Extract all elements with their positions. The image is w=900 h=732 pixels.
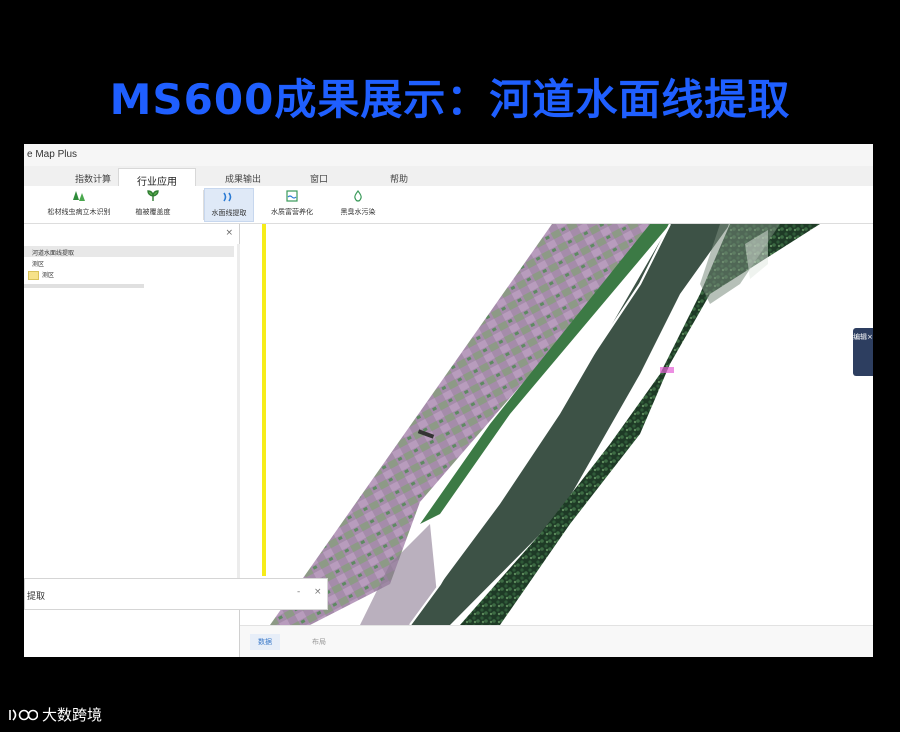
folder-icon <box>28 271 39 280</box>
edit-side-tab[interactable]: 编辑× <box>853 328 873 376</box>
close-icon[interactable]: × <box>225 228 233 238</box>
bottom-tabs: 数据 布局 <box>240 625 873 657</box>
ribbon: 松材线虫病立木识别 植被覆盖度 水面线提取 水质富营养化 黑臭水污染 <box>24 186 873 224</box>
tab-data[interactable]: 数据 <box>250 634 280 650</box>
tab-output[interactable]: 成果输出 <box>214 168 272 186</box>
vegetation-cover-label: 植被覆盖度 <box>135 208 171 216</box>
waterline-extract-button[interactable]: 水面线提取 <box>204 188 254 222</box>
tree-folder-label: 测区 <box>42 272 55 279</box>
horizontal-scrollbar[interactable] <box>24 284 144 288</box>
map-canvas[interactable] <box>240 224 873 625</box>
tree-icon <box>72 190 86 202</box>
leaf-icon <box>146 190 160 202</box>
minimize-icon[interactable]: - <box>297 587 300 597</box>
menu-tabs: 指数计算 行业应用 成果输出 窗口 帮助 <box>24 166 873 188</box>
waterline-extract-label: 水面线提取 <box>211 209 247 217</box>
tree-root[interactable]: 河道水面线提取 <box>24 246 234 257</box>
pine-wilt-button[interactable]: 松材线虫病立木识别 <box>40 188 118 222</box>
close-icon[interactable]: × <box>314 587 322 597</box>
tab-window[interactable]: 窗口 <box>294 168 344 186</box>
black-water-button[interactable]: 黑臭水污染 <box>332 188 384 222</box>
tree-child[interactable]: 测区 <box>24 259 44 268</box>
yellow-divider <box>262 224 266 576</box>
waterline-icon <box>222 191 236 203</box>
watermark-logo-icon <box>9 708 39 721</box>
tab-help[interactable]: 帮助 <box>374 168 424 186</box>
watermark-text: 大数跨境 <box>42 706 103 724</box>
river-map-image <box>270 224 820 625</box>
water-quality-icon <box>285 190 299 202</box>
extract-panel: 提取 - × <box>24 578 328 610</box>
eutrophication-button[interactable]: 水质富营养化 <box>264 188 320 222</box>
tab-index-calc[interactable]: 指数计算 <box>64 168 122 186</box>
tree-folder-item[interactable]: 测区 <box>24 270 54 280</box>
tab-industry-app[interactable]: 行业应用 <box>118 168 196 188</box>
extract-panel-title: 提取 <box>27 592 46 602</box>
tab-layout[interactable]: 布局 <box>304 634 334 650</box>
vegetation-cover-button[interactable]: 植被覆盖度 <box>124 188 182 222</box>
marker-spot <box>660 367 674 373</box>
watermark: 大数跨境 <box>8 704 102 724</box>
slide-title: MS600成果展示：河道水面线提取 <box>109 75 791 124</box>
eutrophication-label: 水质富营养化 <box>271 208 313 216</box>
drop-icon <box>351 190 365 202</box>
pine-wilt-label: 松材线虫病立木识别 <box>47 208 111 216</box>
app-window: e Map Plus 指数计算 行业应用 成果输出 窗口 帮助 松材线虫病立木识… <box>24 144 873 657</box>
window-title: e Map Plus <box>24 144 873 166</box>
black-water-label: 黑臭水污染 <box>340 208 376 216</box>
